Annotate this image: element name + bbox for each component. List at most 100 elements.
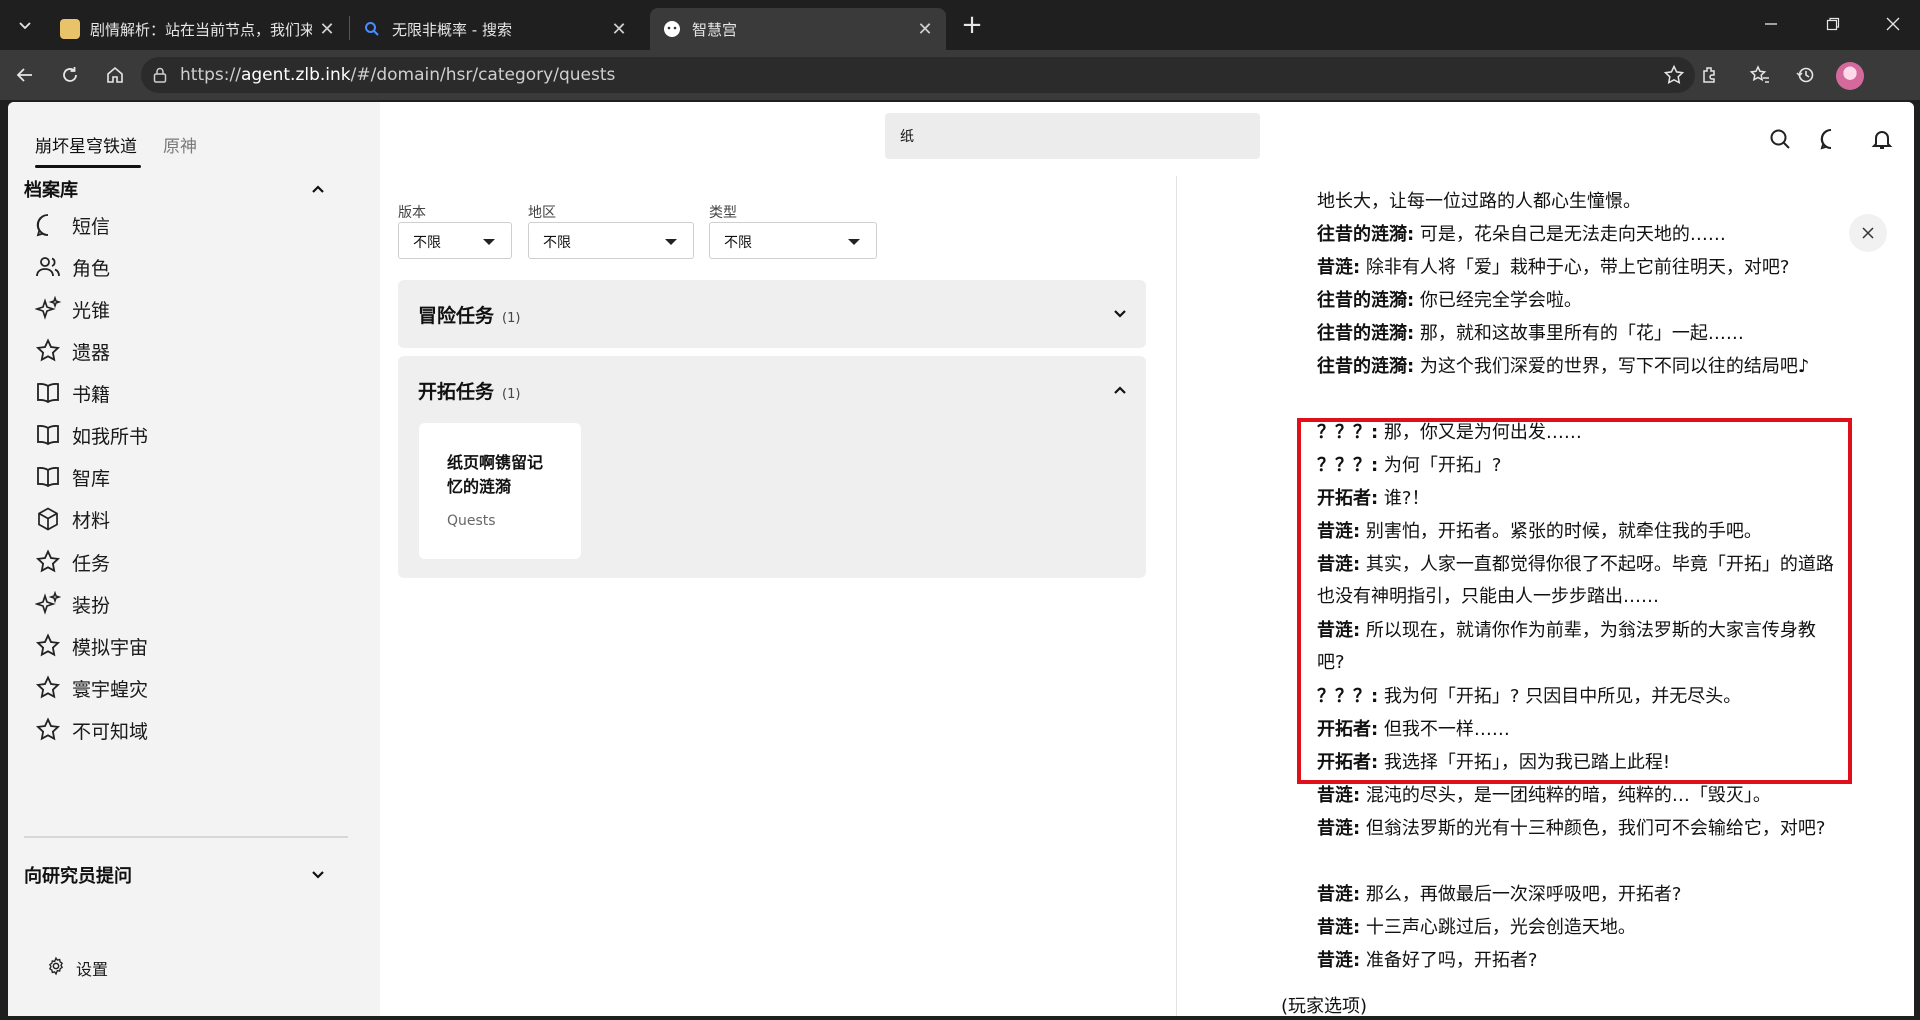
minimize-icon[interactable] <box>1746 8 1796 40</box>
ask-researcher-title[interactable]: 向研究员提问 <box>24 862 132 888</box>
tab-list-button[interactable] <box>9 10 41 40</box>
tab-close-icon[interactable]: ✕ <box>610 19 628 40</box>
sidebar-item-as-i-write[interactable]: 如我所书 <box>34 418 354 452</box>
caret-down-icon <box>483 239 495 245</box>
chevron-down-icon[interactable] <box>1112 306 1128 326</box>
search-favicon-icon <box>362 19 382 39</box>
search-value: 纸 <box>900 129 914 145</box>
sidebar-item-outfits[interactable]: 装扮 <box>34 587 354 621</box>
dialogue-line: 昔涟: 那么，再做最后一次深呼吸吧，开拓者? <box>1317 884 1682 905</box>
tab-title: 智慧宫 <box>692 20 738 39</box>
region-select[interactable]: 不限 <box>528 222 694 259</box>
sparkles-icon <box>34 590 62 618</box>
search-input[interactable]: 纸 <box>885 113 1260 159</box>
browser-tab[interactable]: 无限非概率 - 搜索 ✕ <box>350 8 640 50</box>
sidebar-item-label: 模拟宇宙 <box>72 636 149 659</box>
sidebar-item-label: 寰宇蝗灾 <box>72 678 149 701</box>
adventure-quests-section[interactable]: 冒险任务 (1) <box>398 280 1146 348</box>
sidebar-item-characters[interactable]: 角色 <box>34 250 354 284</box>
dialogue-line-partial: (玩家选项) <box>1281 996 1368 1016</box>
star-icon <box>34 716 62 744</box>
browser-tab-active[interactable]: 智慧宫 ✕ <box>650 8 946 50</box>
reload-icon[interactable] <box>54 59 86 91</box>
sidebar-item-unknowable-domain[interactable]: 不可知域 <box>34 713 354 747</box>
caret-down-icon <box>848 239 860 245</box>
page-header: 纸 <box>380 102 1914 176</box>
book-icon <box>34 379 62 407</box>
sidebar-item-quests[interactable]: 任务 <box>34 545 354 579</box>
settings-label: 设置 <box>76 960 109 979</box>
game-tab-hsr[interactable]: 崩坏星穹铁道 <box>35 132 137 157</box>
sidebar-item-books[interactable]: 书籍 <box>34 376 354 410</box>
restore-icon[interactable] <box>1808 8 1858 40</box>
sidebar-item-light-cones[interactable]: 光锥 <box>34 292 354 326</box>
panel-close-button[interactable] <box>1849 214 1887 252</box>
star-icon <box>34 632 62 660</box>
url-text: https://agent.zlb.ink/#/domain/hsr/categ… <box>180 65 616 85</box>
sidebar-item-label: 装扮 <box>72 594 111 617</box>
sidebar-item-simulated-universe[interactable]: 模拟宇宙 <box>34 629 354 663</box>
dialogue-line: 往昔的涟漪: 你已经完全学会啦。 <box>1317 290 1582 311</box>
dialogue-line: 往昔的涟漪: 可是，花朵自己是无法走向天地的…… <box>1317 224 1726 245</box>
sidebar-item-label: 书籍 <box>72 383 111 406</box>
cube-icon <box>34 505 62 533</box>
sidebar-item-label: 任务 <box>72 552 111 575</box>
sidebar-item-materials[interactable]: 材料 <box>34 502 354 536</box>
favorites-icon[interactable] <box>1744 59 1776 91</box>
address-toolbar: https://agent.zlb.ink/#/domain/hsr/categ… <box>0 50 1920 100</box>
active-tab-indicator <box>35 165 141 168</box>
tab-close-icon[interactable]: ✕ <box>916 19 934 40</box>
section-title[interactable]: 开拓任务 (1) <box>418 377 520 404</box>
favorite-star-icon[interactable] <box>1663 64 1685 90</box>
sidebar: 崩坏星穹铁道 原神 档案库 短信 角色 光锥 遗器 书籍 如我所书 智库 材料 … <box>8 102 379 1016</box>
quest-card-title: 纸页啊镌留记忆的涟漪 <box>447 453 544 496</box>
window-close-icon[interactable] <box>1868 8 1918 40</box>
type-select[interactable]: 不限 <box>709 222 877 259</box>
sidebar-item-swarm-disaster[interactable]: 寰宇蝗灾 <box>34 671 354 705</box>
sidebar-divider <box>24 836 348 838</box>
book-icon <box>34 421 62 449</box>
favicon-icon <box>60 19 80 39</box>
sidebar-item-label: 材料 <box>72 509 111 532</box>
dialogue-line: 地长大，让每一位过路的人都心生憧憬。 <box>1317 191 1641 212</box>
quest-list-area: 版本 不限 地区 不限 类型 不限 冒险任务 (1) 开拓任务 (1) 纸页啊镌… <box>380 176 1178 1016</box>
extensions-icon[interactable] <box>1694 59 1726 91</box>
dialogue-line: 昔涟: 混沌的尽头，是一团纯粹的暗，纯粹的…「毁灭」。 <box>1317 785 1771 806</box>
dialogue-panel: 地长大，让每一位过路的人都心生憧憬。 往昔的涟漪: 可是，花朵自己是无法走向天地… <box>1176 176 1914 1016</box>
game-tab-genshin[interactable]: 原神 <box>163 132 197 157</box>
chevron-down-icon[interactable] <box>310 867 326 887</box>
dialogue-line: 昔涟: 除非有人将「爱」栽种于心，带上它前往明天，对吧? <box>1317 257 1790 278</box>
home-icon[interactable] <box>99 59 131 91</box>
settings-button[interactable]: 设置 <box>46 956 108 980</box>
dialogue-line: 昔涟: 十三声心跳过后，光会创造天地。 <box>1317 917 1636 938</box>
tab-close-icon[interactable]: ✕ <box>318 19 336 40</box>
quest-card[interactable]: 纸页啊镌留记忆的涟漪 Quests <box>419 423 581 559</box>
sidebar-item-messages[interactable]: 短信 <box>34 208 354 242</box>
chat-icon[interactable] <box>1816 124 1846 154</box>
back-icon[interactable] <box>9 59 41 91</box>
sidebar-item-knowledge[interactable]: 智库 <box>34 460 354 494</box>
chevron-up-icon[interactable] <box>1112 382 1128 402</box>
dialogue-line: 往昔的涟漪: 为这个我们深爱的世界，写下不同以往的结局吧♪ <box>1317 356 1810 377</box>
archive-section-title[interactable]: 档案库 <box>24 176 78 202</box>
search-icon[interactable] <box>1765 124 1795 154</box>
chevron-up-icon[interactable] <box>310 181 326 201</box>
sidebar-item-label: 智库 <box>72 467 111 490</box>
browser-tab[interactable]: 剧情解析：站在当前节点，我们来 ✕ <box>48 8 348 50</box>
sidebar-item-relics[interactable]: 遗器 <box>34 334 354 368</box>
sidebar-item-label: 如我所书 <box>72 425 149 448</box>
caret-down-icon <box>665 239 677 245</box>
book-icon <box>34 463 62 491</box>
select-value: 不限 <box>543 235 571 251</box>
history-icon[interactable] <box>1789 59 1821 91</box>
address-bar[interactable]: https://agent.zlb.ink/#/domain/hsr/categ… <box>141 57 1695 93</box>
new-tab-button[interactable]: + <box>955 10 989 40</box>
star-icon <box>34 548 62 576</box>
close-icon <box>1862 224 1874 243</box>
bell-icon[interactable] <box>1867 124 1897 154</box>
sidebar-item-label: 角色 <box>72 257 111 280</box>
users-icon <box>34 253 62 281</box>
version-select[interactable]: 不限 <box>398 222 512 259</box>
filter-label-version: 版本 <box>398 205 426 221</box>
profile-avatar[interactable] <box>1836 62 1864 90</box>
